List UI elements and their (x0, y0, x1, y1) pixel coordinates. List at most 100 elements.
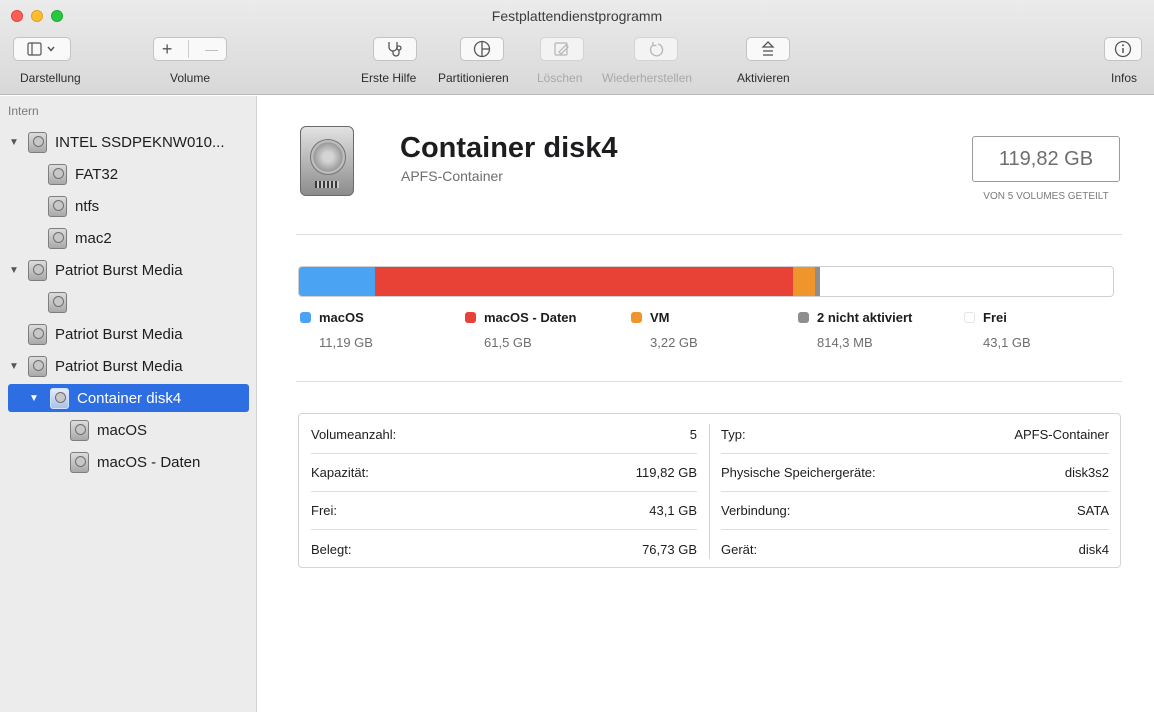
partitionieren-label: Partitionieren (438, 71, 509, 85)
disclosure-expanded-icon[interactable]: ▼ (8, 265, 20, 276)
legend-swatch (964, 312, 975, 323)
infos-button[interactable] (1104, 37, 1142, 61)
info-table: Volumeanzahl: 5 Kapazität: 119,82 GB Fre… (298, 413, 1121, 568)
disk-icon (28, 355, 47, 377)
legend-size: 61,5 GB (484, 335, 532, 350)
stethoscope-icon (388, 42, 402, 57)
sidebar-item-patriot-3[interactable]: ▼ Patriot Burst Media (8, 352, 249, 380)
aktivieren-label: Aktivieren (737, 71, 790, 85)
usage-segment-0 (299, 267, 376, 296)
sidebar-item-label: macOS (97, 421, 148, 439)
legend-label: macOS (319, 310, 364, 325)
legend-nicht-aktiviert: 2 nicht aktiviert 814,3 MB (798, 310, 912, 350)
capacity-shared-note: VON 5 VOLUMES GETEILT (983, 191, 1109, 202)
erste-hilfe-button[interactable] (373, 37, 417, 61)
segment-divider (188, 40, 190, 58)
info-value: 43,1 GB (649, 503, 697, 518)
sidebar-item-label: ntfs (75, 197, 100, 215)
info-label: Belegt: (311, 541, 352, 557)
disk-icon (28, 131, 47, 153)
volume-icon (48, 195, 67, 217)
volume-icon (70, 419, 89, 441)
sidebar-section-intern: Intern (8, 104, 39, 118)
disk-subtitle: APFS-Container (401, 168, 503, 184)
info-label: Verbindung: (721, 503, 791, 518)
container-icon (50, 387, 69, 409)
disclosure-expanded-icon[interactable]: ▼ (8, 137, 20, 148)
title-bar: Festplattendienstprogramm Darstellung + … (0, 0, 1154, 95)
remove-volume-button[interactable]: — (205, 42, 218, 57)
sidebar-item-container-disk4[interactable]: ▼ Container disk4 (8, 384, 249, 412)
legend-swatch (300, 312, 311, 323)
info-label: Volumeanzahl: (311, 427, 397, 442)
sidebar-item-patriot-1[interactable]: ▼ Patriot Burst Media (8, 256, 249, 284)
darstellung-button[interactable] (13, 37, 71, 61)
volume-icon (48, 163, 67, 185)
legend-label: Frei (983, 310, 1007, 325)
sidebar-item-patriot-2[interactable]: Patriot Burst Media (8, 320, 249, 348)
sidebar-item-macos-daten[interactable]: macOS - Daten (8, 448, 249, 476)
volume-icon (70, 451, 89, 473)
info-value: 5 (689, 427, 697, 442)
erase-icon (554, 42, 569, 56)
volume-segmented-control: + — (153, 37, 227, 61)
window-title: Festplattendienstprogramm (491, 8, 663, 24)
disclosure-expanded-icon[interactable]: ▼ (28, 393, 40, 404)
sidebar-item-label: Patriot Burst Media (55, 325, 183, 343)
disclosure-expanded-icon[interactable]: ▼ (8, 361, 20, 372)
loeschen-label: Löschen (537, 71, 583, 85)
info-label: Kapazität: (311, 465, 369, 480)
info-column-left: Volumeanzahl: 5 Kapazität: 119,82 GB Fre… (311, 414, 697, 569)
sidebar-item-label: INTEL SSDPEKNW010... (55, 133, 225, 151)
volume-label: Volume (170, 71, 211, 85)
usage-segment-2 (792, 267, 815, 296)
legend-macos-daten: macOS - Daten 61,5 GB (465, 310, 576, 350)
sidebar-item-label: FAT32 (75, 165, 119, 183)
volume-icon (48, 227, 67, 249)
sidebar: Intern ▼ INTEL SSDPEKNW010... FAT32 ntfs… (0, 96, 257, 712)
legend-label: VM (650, 310, 670, 325)
sidebar-item-macos[interactable]: macOS (8, 416, 249, 444)
legend-size: 11,19 GB (319, 335, 373, 350)
sidebar-item-mac2[interactable]: mac2 (8, 224, 249, 252)
sidebar-item-unnamed-volume[interactable] (8, 288, 249, 316)
usage-segment-4 (820, 267, 1113, 296)
add-volume-button[interactable]: + (162, 39, 173, 60)
sidebar-item-label: Patriot Burst Media (55, 261, 183, 279)
wiederherstellen-button[interactable] (634, 37, 678, 61)
info-label: Physische Speichergeräte: (721, 465, 876, 480)
info-row-geraet: Gerät: disk4 (721, 530, 1109, 568)
legend-swatch (631, 312, 642, 323)
sidebar-item-fat32[interactable]: FAT32 (8, 160, 249, 188)
usage-bar (298, 266, 1114, 297)
disk-icon (28, 259, 47, 281)
sidebar-item-label: mac2 (75, 229, 112, 247)
legend-frei: Frei 43,1 GB (964, 310, 1031, 350)
aktivieren-button[interactable] (746, 37, 790, 61)
hard-drive-icon (300, 126, 354, 196)
sidebar-item-ntfs[interactable]: ntfs (8, 192, 249, 220)
legend-swatch (465, 312, 476, 323)
darstellung-label: Darstellung (20, 71, 81, 85)
main-pane: Container disk4 APFS-Container 119,82 GB… (258, 96, 1154, 712)
legend-size: 3,22 GB (650, 335, 698, 350)
header-divider (296, 234, 1122, 235)
sidebar-icon (27, 42, 55, 56)
info-icon (1114, 40, 1132, 58)
info-row-frei: Frei: 43,1 GB (311, 492, 697, 530)
sidebar-item-intel-ssd[interactable]: ▼ INTEL SSDPEKNW010... (8, 128, 249, 156)
partitionieren-button[interactable] (460, 37, 504, 61)
info-value: disk4 (1078, 541, 1109, 557)
info-label: Gerät: (721, 541, 758, 557)
volume-icon (48, 291, 67, 313)
legend-divider (296, 381, 1122, 382)
info-row-speichergeraete: Physische Speichergeräte: disk3s2 (721, 454, 1109, 492)
sidebar-item-label: macOS - Daten (97, 453, 201, 471)
wiederherstellen-label: Wiederherstellen (602, 71, 693, 85)
loeschen-button[interactable] (540, 37, 584, 61)
info-row-kapazitaet: Kapazität: 119,82 GB (311, 454, 697, 492)
sidebar-item-label: Patriot Burst Media (55, 357, 183, 375)
infos-label: Infos (1111, 71, 1138, 85)
sidebar-item-label: Container disk4 (77, 389, 182, 407)
info-row-verbindung: Verbindung: SATA (721, 492, 1109, 530)
